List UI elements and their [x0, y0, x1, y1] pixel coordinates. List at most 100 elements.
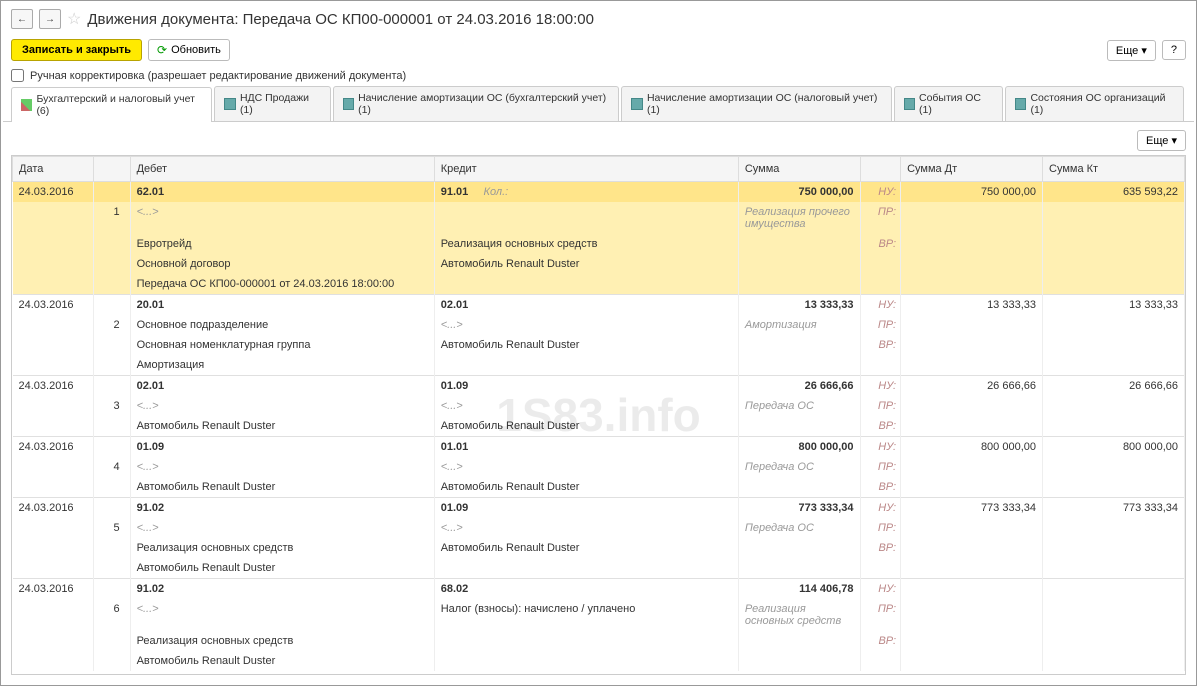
cell-date: 24.03.2016 — [13, 376, 94, 397]
table-row[interactable]: 24.03.201602.0101.0926 666,66НУ:26 666,6… — [13, 376, 1185, 397]
cell-sum-desc — [738, 631, 860, 651]
tab-1[interactable]: НДС Продажи (1) — [214, 86, 330, 121]
tab-0[interactable]: Бухгалтерский и налоговый учет (6) — [11, 87, 212, 122]
cell-credit-line — [434, 274, 738, 295]
favorite-icon[interactable]: ☆ — [67, 9, 81, 29]
cell-credit-line: Реализация основных средств — [434, 234, 738, 254]
tab-label: События ОС (1) — [919, 92, 993, 116]
cell-credit-acc: 91.01 Кол.: — [434, 182, 738, 203]
table-subrow[interactable]: 1<...>Реализация прочего имуществаПР: — [13, 202, 1185, 234]
tab-label: Начисление амортизации ОС (налоговый уче… — [647, 92, 882, 116]
tab-4[interactable]: События ОС (1) — [894, 86, 1003, 121]
cell-credit-line — [434, 202, 738, 234]
cell-date: 24.03.2016 — [13, 437, 94, 458]
cell-debit-line: Основной договор — [130, 254, 434, 274]
more-button[interactable]: Еще ▾ — [1107, 40, 1156, 61]
refresh-label: Обновить — [171, 44, 221, 56]
cell-credit-acc: 01.01 — [434, 437, 738, 458]
cell-sum: 750 000,00 — [738, 182, 860, 203]
col-credit[interactable]: Кредит — [434, 157, 738, 182]
col-sumkt[interactable]: Сумма Кт — [1043, 157, 1185, 182]
cell-sum-desc: Реализация прочего имущества — [738, 202, 860, 234]
tab-label: Бухгалтерский и налоговый учет (6) — [36, 93, 202, 117]
nav-back-button[interactable]: ← — [11, 9, 33, 29]
table-subrow[interactable]: Автомобиль Renault DusterАвтомобиль Rena… — [13, 416, 1185, 437]
cell-credit-line: <...> — [434, 396, 738, 416]
table-subrow[interactable]: Автомобиль Renault Duster — [13, 558, 1185, 579]
tax-label — [860, 355, 901, 376]
cell-sumdt — [901, 579, 1043, 600]
cell-sum: 800 000,00 — [738, 437, 860, 458]
tax-nu-label: НУ: — [860, 437, 901, 458]
manual-correction-checkbox[interactable] — [11, 69, 24, 82]
nav-forward-button[interactable]: → — [39, 9, 61, 29]
accounting-icon — [21, 99, 32, 111]
data-grid[interactable]: 1S83.info Дата Дебет Кредит Сумма Сумма … — [11, 155, 1186, 675]
grid-more-button[interactable]: Еще ▾ — [1137, 130, 1186, 151]
tab-label: Состояния ОС организаций (1) — [1030, 92, 1174, 116]
tab-2[interactable]: Начисление амортизации ОС (бухгалтерский… — [333, 86, 620, 121]
table-row[interactable]: 24.03.201620.0102.0113 333,33НУ:13 333,3… — [13, 295, 1185, 316]
cell-debit-line: Основное подразделение — [130, 315, 434, 335]
table-icon — [904, 98, 916, 110]
col-sumdt[interactable]: Сумма Дт — [901, 157, 1043, 182]
cell-sum-desc — [738, 355, 860, 376]
tax-nu-label: НУ: — [860, 579, 901, 600]
cell-sumdt: 800 000,00 — [901, 437, 1043, 458]
tax-label: ПР: — [860, 457, 901, 477]
tax-label — [860, 558, 901, 579]
table-subrow[interactable]: Передача ОС КП00-000001 от 24.03.2016 18… — [13, 274, 1185, 295]
cell-credit-line: <...> — [434, 315, 738, 335]
cell-credit-acc: 01.09 — [434, 376, 738, 397]
table-subrow[interactable]: 4<...><...>Передача ОСПР: — [13, 457, 1185, 477]
table-subrow[interactable]: 2Основное подразделение<...>АмортизацияП… — [13, 315, 1185, 335]
col-date[interactable]: Дата — [13, 157, 94, 182]
table-subrow[interactable]: ЕвротрейдРеализация основных средствВР: — [13, 234, 1185, 254]
table-row[interactable]: 24.03.201691.0268.02114 406,78НУ: — [13, 579, 1185, 600]
tab-3[interactable]: Начисление амортизации ОС (налоговый уче… — [621, 86, 891, 121]
help-button[interactable]: ? — [1162, 40, 1186, 60]
table-subrow[interactable]: 6<...>Налог (взносы): начислено / уплаче… — [13, 599, 1185, 631]
table-row[interactable]: 24.03.201662.0191.01 Кол.:750 000,00НУ:7… — [13, 182, 1185, 203]
table-icon — [343, 98, 355, 110]
col-debit[interactable]: Дебет — [130, 157, 434, 182]
save-close-button[interactable]: Записать и закрыть — [11, 39, 142, 61]
table-subrow[interactable]: Реализация основных средствАвтомобиль Re… — [13, 538, 1185, 558]
table-subrow[interactable]: Автомобиль Renault Duster — [13, 651, 1185, 671]
cell-credit-acc: 01.09 — [434, 498, 738, 519]
tax-label: ПР: — [860, 396, 901, 416]
cell-credit-line: Налог (взносы): начислено / уплачено — [434, 599, 738, 631]
tax-label — [860, 274, 901, 295]
tax-nu-label: НУ: — [860, 376, 901, 397]
cell-sum-desc — [738, 416, 860, 437]
table-subrow[interactable]: Основной договорАвтомобиль Renault Duste… — [13, 254, 1185, 274]
cell-sum: 26 666,66 — [738, 376, 860, 397]
cell-sumkt: 26 666,66 — [1043, 376, 1185, 397]
tax-label: ВР: — [860, 234, 901, 254]
table-subrow[interactable]: 5<...><...>Передача ОСПР: — [13, 518, 1185, 538]
table-row[interactable]: 24.03.201601.0901.01800 000,00НУ:800 000… — [13, 437, 1185, 458]
table-subrow[interactable]: Амортизация — [13, 355, 1185, 376]
tax-label: ВР: — [860, 335, 901, 355]
cell-sumdt: 13 333,33 — [901, 295, 1043, 316]
cell-debit-line: <...> — [130, 457, 434, 477]
table-subrow[interactable]: Реализация основных средствВР: — [13, 631, 1185, 651]
cell-date: 24.03.2016 — [13, 182, 94, 203]
cell-credit-line — [434, 651, 738, 671]
tab-5[interactable]: Состояния ОС организаций (1) — [1005, 86, 1184, 121]
table-subrow[interactable]: 3<...><...>Передача ОСПР: — [13, 396, 1185, 416]
refresh-button[interactable]: ⟳ Обновить — [148, 39, 230, 61]
cell-credit-line — [434, 355, 738, 376]
col-sum[interactable]: Сумма — [738, 157, 860, 182]
table-icon — [631, 98, 643, 110]
tax-nu-label: НУ: — [860, 295, 901, 316]
tax-nu-label: НУ: — [860, 498, 901, 519]
tax-label — [860, 254, 901, 274]
page-title: Движения документа: Передача ОС КП00-000… — [87, 11, 594, 28]
table-subrow[interactable]: Автомобиль Renault DusterАвтомобиль Rena… — [13, 477, 1185, 498]
table-row[interactable]: 24.03.201691.0201.09773 333,34НУ:773 333… — [13, 498, 1185, 519]
cell-sum-desc — [738, 538, 860, 558]
table-subrow[interactable]: Основная номенклатурная группаАвтомобиль… — [13, 335, 1185, 355]
cell-credit-acc: 68.02 — [434, 579, 738, 600]
cell-sum-desc — [738, 651, 860, 671]
